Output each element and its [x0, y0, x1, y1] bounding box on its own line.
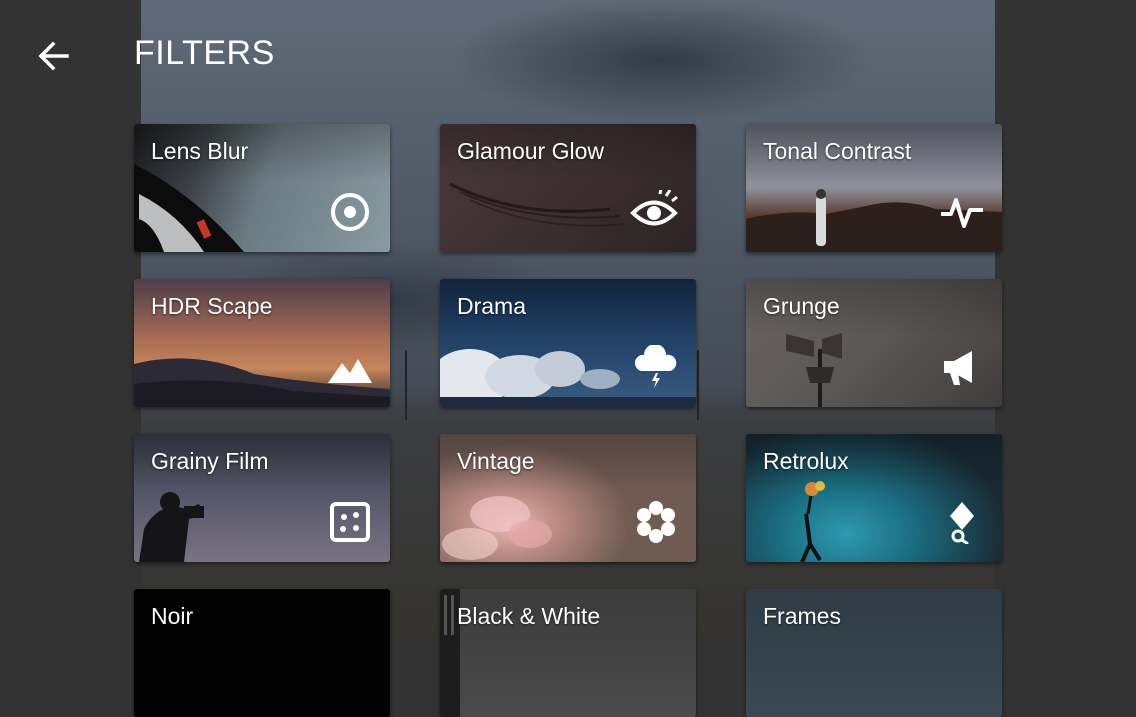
- filter-card-noir[interactable]: Noir: [134, 589, 390, 717]
- filter-card-tonal-contrast[interactable]: Tonal Contrast: [746, 124, 1002, 252]
- filter-card-lens-blur[interactable]: Lens Blur: [134, 124, 390, 252]
- filter-label: Lens Blur: [151, 138, 249, 164]
- flower-icon: [634, 500, 678, 544]
- filter-card-retrolux[interactable]: Retrolux: [746, 434, 1002, 562]
- page-title: FILTERS: [134, 34, 275, 72]
- filter-label: Black & White: [457, 603, 601, 629]
- filter-label: Glamour Glow: [457, 138, 604, 164]
- filter-card-black-white[interactable]: Black & White: [440, 589, 696, 717]
- filter-card-grunge[interactable]: Grunge: [746, 279, 1002, 407]
- filter-card-hdr-scape[interactable]: HDR Scape: [134, 279, 390, 407]
- radio-tower: [405, 350, 407, 420]
- film-grain-icon: [328, 500, 372, 544]
- filter-label: Drama: [457, 293, 527, 319]
- filter-label: Retrolux: [763, 448, 849, 474]
- filter-label: Vintage: [457, 448, 535, 474]
- pulse-wave-icon: [940, 190, 984, 234]
- filter-label: Frames: [763, 603, 841, 629]
- radio-tower: [697, 350, 699, 420]
- filter-label: Tonal Contrast: [763, 138, 912, 164]
- filter-card-drama[interactable]: Drama: [440, 279, 696, 407]
- filter-label: Grainy Film: [151, 448, 269, 474]
- filter-card-grainy-film[interactable]: Grainy Film: [134, 434, 390, 562]
- arrow-left-icon: [38, 41, 69, 71]
- storm-cloud-icon: [634, 345, 678, 389]
- mountains-icon: [328, 345, 372, 389]
- megaphone-icon: [940, 345, 984, 389]
- filter-label: HDR Scape: [151, 293, 273, 319]
- filter-card-glamour-glow[interactable]: Glamour Glow: [440, 124, 696, 252]
- filter-label: Grunge: [763, 293, 840, 319]
- back-button[interactable]: [34, 36, 74, 76]
- filter-label: Noir: [151, 603, 194, 629]
- filter-card-frames[interactable]: Frames: [746, 589, 1002, 717]
- target-circle-icon: [328, 190, 372, 234]
- filter-card-vintage[interactable]: Vintage: [440, 434, 696, 562]
- eye-icon: [630, 190, 678, 234]
- pin-magnifier-icon: [940, 500, 984, 544]
